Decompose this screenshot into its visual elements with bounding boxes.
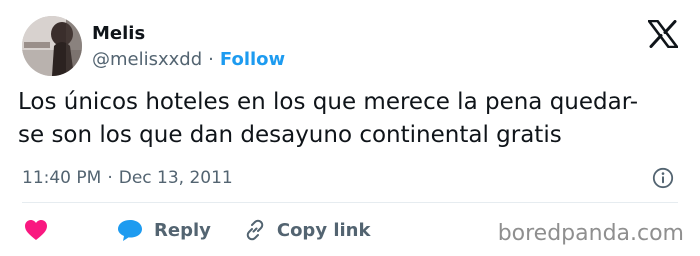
x-logo-icon[interactable] [648,20,678,48]
tweet-timestamp[interactable]: 11:40 PM · Dec 13, 2011 [22,166,233,190]
info-icon[interactable] [652,167,674,189]
avatar-photo [22,16,82,76]
speech-bubble-icon [118,220,142,241]
action-bar: Reply Copy link [24,216,370,244]
divider [22,202,678,203]
watermark: boredpanda.com [497,221,684,246]
tweet-card: Melis @melisxxdd · Follow Los únicos hotel… [0,0,700,256]
author-name[interactable]: Melis [92,22,145,46]
copy-link-button[interactable]: Copy link [243,218,371,242]
heart-icon [25,220,47,240]
tweet-text: Los únicos hoteles en los que merece la … [18,86,688,152]
tweet-time: 11:40 PM [22,168,102,188]
reply-label: Reply [154,219,211,241]
reply-button[interactable]: Reply [116,218,211,242]
avatar[interactable] [22,16,82,76]
separator-dot: · [208,49,214,70]
tweet-date: Dec 13, 2011 [118,168,233,188]
copy-link-label: Copy link [276,219,371,241]
separator-dot: · [107,168,113,188]
link-icon [246,219,264,241]
follow-button[interactable]: Follow [220,49,285,70]
tweet-text-line: se son los que dan desayuno continental … [18,122,562,148]
tweet-text-line: Los únicos hoteles en los que merece la … [18,89,639,115]
author-handle[interactable]: @melisxxdd [92,49,202,70]
author-handle-row: @melisxxdd · Follow [92,48,285,72]
like-button[interactable] [24,217,50,243]
